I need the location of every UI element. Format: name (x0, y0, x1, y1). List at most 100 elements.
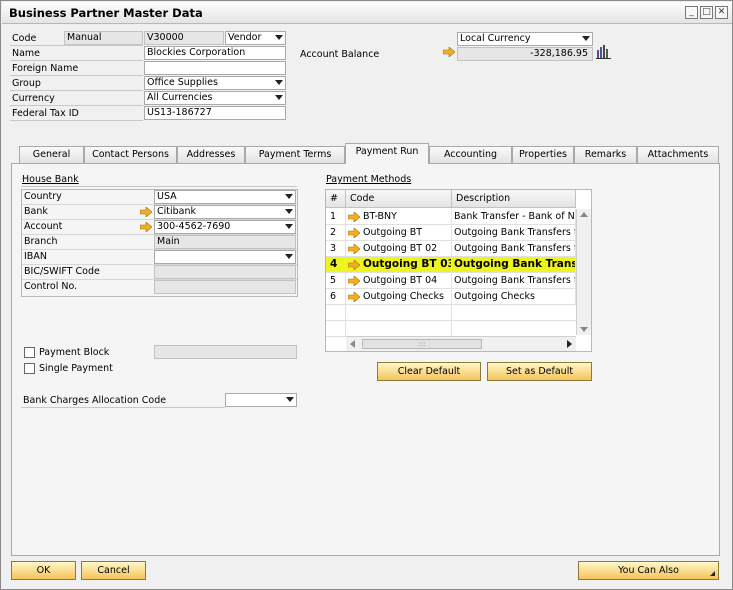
group-select[interactable]: Office Supplies (144, 76, 286, 90)
currency-select[interactable]: All Currencies (144, 91, 286, 105)
tab-general[interactable]: General (19, 146, 84, 163)
house-bank-row: Control No. (22, 280, 297, 295)
you-can-also-button[interactable]: You Can Also (578, 561, 719, 580)
tab-attachments[interactable]: Attachments (637, 146, 719, 163)
account-select[interactable]: 300-4562-7690 (154, 220, 296, 234)
bp-type-select[interactable]: Vendor (225, 31, 286, 45)
chevron-down-icon (285, 224, 293, 229)
table-row[interactable]: 2 Outgoing BT Outgoing Bank Transfers fi (326, 225, 576, 241)
currency-label: Currency (12, 93, 55, 104)
tab-payment-run[interactable]: Payment Run (345, 143, 429, 164)
chevron-down-icon (286, 397, 294, 402)
link-arrow-icon[interactable] (140, 207, 152, 217)
table-row-empty[interactable] (326, 321, 576, 337)
bank-label: Bank (24, 206, 48, 217)
account-label: Account (24, 221, 63, 232)
country-label: Country (24, 191, 62, 202)
link-arrow-icon[interactable] (443, 47, 455, 57)
row-number: 4 (326, 257, 346, 273)
chevron-down-icon (582, 36, 590, 41)
column-header-code[interactable]: Code (346, 190, 452, 208)
single-payment-label: Single Payment (39, 363, 113, 374)
house-bank-table: Country USA Bank Citibank Account 300-4562-… (21, 189, 298, 297)
horizontal-scrollbar[interactable]: ::: (346, 336, 576, 351)
payment-block-reason-field (154, 345, 297, 359)
bar-chart-icon[interactable] (596, 44, 611, 59)
link-arrow-icon[interactable] (348, 292, 360, 302)
minimize-icon[interactable]: _ (685, 6, 698, 19)
column-header-number: # (326, 190, 346, 208)
code-label: Code (12, 33, 37, 44)
divider (10, 45, 143, 46)
link-arrow-icon[interactable] (348, 244, 360, 254)
iban-select[interactable] (154, 250, 296, 264)
code-series-select[interactable]: Manual (64, 31, 143, 45)
bank-select[interactable]: Citibank (154, 205, 296, 219)
corner-arrow-icon (710, 571, 715, 576)
scroll-thumb[interactable]: ::: (362, 339, 482, 349)
link-arrow-icon[interactable] (348, 260, 360, 270)
name-field[interactable]: Blockies Corporation (144, 46, 286, 60)
row-number: 5 (326, 273, 346, 289)
set-as-default-button[interactable]: Set as Default (487, 362, 592, 381)
column-header-description[interactable]: Description (452, 190, 576, 208)
chevron-down-icon (285, 254, 293, 259)
country-select[interactable]: USA (154, 190, 296, 204)
name-label: Name (12, 48, 41, 59)
row-number: 1 (326, 209, 346, 225)
scroll-up-icon[interactable] (580, 212, 588, 217)
scroll-left-icon[interactable] (350, 340, 355, 348)
link-arrow-icon[interactable] (140, 222, 152, 232)
table-row[interactable]: 1 BT-BNY Bank Transfer - Bank of Ne (326, 209, 576, 225)
cancel-button[interactable]: Cancel (81, 561, 146, 580)
house-bank-row: IBAN (22, 250, 297, 265)
table-row[interactable]: 5 Outgoing BT 04 Outgoing Bank Transfers… (326, 273, 576, 289)
divider (21, 407, 225, 408)
vertical-scrollbar[interactable] (576, 209, 591, 335)
single-payment-checkbox[interactable] (24, 363, 35, 374)
code-field[interactable]: V30000 (144, 31, 224, 45)
currency-mode-select[interactable]: Local Currency (457, 32, 593, 46)
foreign-name-label: Foreign Name (12, 63, 79, 74)
link-arrow-icon[interactable] (348, 276, 360, 286)
row-code-cell: Outgoing BT 04 (346, 273, 452, 289)
table-row[interactable]: 6 Outgoing Checks Outgoing Checks (326, 289, 576, 305)
business-partner-window: Business Partner Master Data _ □ ✕ Code … (0, 0, 733, 590)
tab-accounting[interactable]: Accounting (429, 146, 512, 163)
tab-properties[interactable]: Properties (512, 146, 574, 163)
maximize-icon[interactable]: □ (700, 6, 713, 19)
divider (21, 186, 297, 187)
chevron-down-icon (285, 194, 293, 199)
link-arrow-icon[interactable] (348, 228, 360, 238)
link-arrow-icon[interactable] (348, 212, 360, 222)
payment-methods-grid: # Code Description 1 BT-BNY Bank Transfe… (325, 189, 592, 352)
divider (10, 105, 143, 106)
branch-field: Main (154, 235, 296, 249)
tab-payment-terms[interactable]: Payment Terms (245, 146, 345, 163)
window-title: Business Partner Master Data (9, 6, 203, 20)
scroll-right-icon[interactable] (567, 340, 572, 348)
clear-default-button[interactable]: Clear Default (377, 362, 481, 381)
house-bank-row: BIC/SWIFT Code (22, 265, 297, 280)
chevron-down-icon (275, 35, 283, 40)
table-row-selected[interactable]: 4 Outgoing BT 03 Outgoing Bank Transfer (326, 257, 576, 273)
scroll-down-icon[interactable] (580, 327, 588, 332)
tab-contact-persons[interactable]: Contact Persons (84, 146, 177, 163)
table-row[interactable]: 3 Outgoing BT 02 Outgoing Bank Transfers… (326, 241, 576, 257)
iban-label: IBAN (24, 251, 47, 262)
bank-charges-select[interactable] (225, 393, 297, 407)
payment-block-checkbox[interactable] (24, 347, 35, 358)
ok-button[interactable]: OK (11, 561, 76, 580)
account-balance-label: Account Balance (300, 49, 380, 60)
tab-addresses[interactable]: Addresses (177, 146, 245, 163)
row-description: Outgoing Checks (452, 289, 576, 305)
row-description: Outgoing Bank Transfers fi (452, 273, 576, 289)
table-row-empty[interactable] (326, 305, 576, 321)
payment-block-label: Payment Block (39, 347, 110, 358)
close-icon[interactable]: ✕ (715, 6, 728, 19)
foreign-name-field[interactable] (144, 61, 286, 75)
federal-tax-field[interactable]: US13-186727 (144, 106, 286, 120)
federal-tax-label: Federal Tax ID (12, 108, 79, 119)
tab-remarks[interactable]: Remarks (574, 146, 637, 163)
chevron-down-icon (275, 80, 283, 85)
